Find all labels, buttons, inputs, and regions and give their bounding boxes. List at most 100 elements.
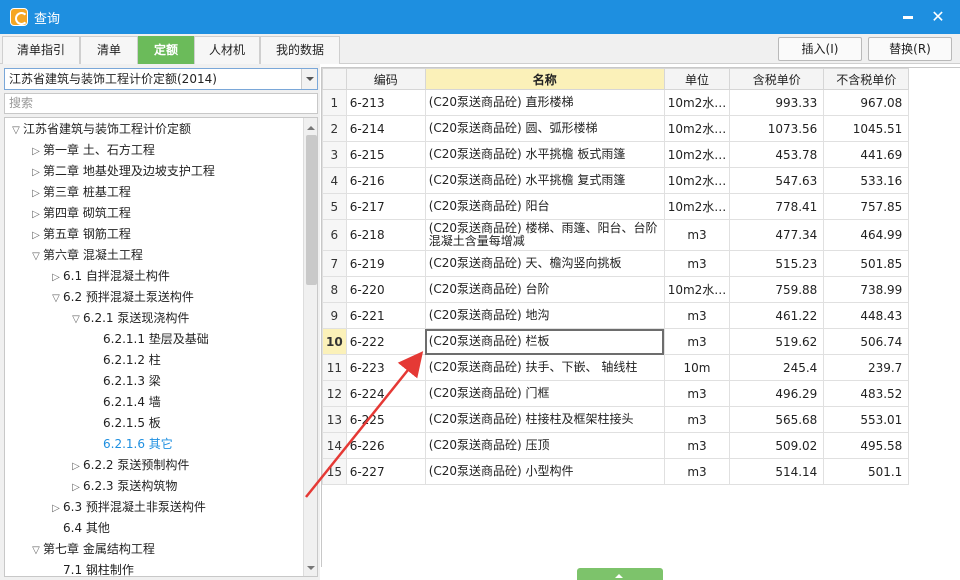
cell-unit[interactable]: 10m2水… bbox=[663, 141, 731, 168]
col-header-name[interactable]: 名称 bbox=[424, 68, 665, 90]
col-header-notax-price[interactable]: 不含税单价 bbox=[823, 68, 910, 90]
expand-toggle-icon[interactable]: ▷ bbox=[49, 267, 63, 288]
minimize-button[interactable] bbox=[896, 5, 920, 29]
cell-unit[interactable]: 10m2水… bbox=[663, 193, 731, 220]
cell-tax-price[interactable]: 778.41 bbox=[729, 193, 825, 220]
tree-item[interactable]: ▷ 6.1 自拌混凝土构件 bbox=[49, 266, 170, 287]
cell-tax-price[interactable]: 1073.56 bbox=[729, 115, 825, 142]
expand-toggle-icon[interactable]: ▷ bbox=[29, 204, 43, 225]
cell-notax-price[interactable]: 1045.51 bbox=[823, 115, 910, 142]
cell-name[interactable]: (C20泵送商品砼) 圆、弧形楼梯 bbox=[424, 115, 665, 142]
cell-name[interactable]: (C20泵送商品砼) 地沟 bbox=[424, 302, 665, 329]
cell-code[interactable]: 6-215 bbox=[345, 141, 426, 168]
row-number[interactable]: 4 bbox=[322, 167, 347, 194]
cell-notax-price[interactable]: 495.58 bbox=[823, 432, 910, 459]
cell-code[interactable]: 6-225 bbox=[345, 406, 426, 433]
cell-tax-price[interactable]: 547.63 bbox=[729, 167, 825, 194]
cell-tax-price[interactable]: 245.4 bbox=[729, 354, 825, 381]
cell-notax-price[interactable]: 464.99 bbox=[823, 219, 910, 251]
cell-code[interactable]: 6-213 bbox=[345, 89, 426, 116]
scroll-up-icon[interactable] bbox=[304, 118, 317, 133]
cell-code[interactable]: 6-224 bbox=[345, 380, 426, 407]
cell-name[interactable]: (C20泵送商品砼) 小型构件 bbox=[424, 458, 665, 485]
cell-name[interactable]: (C20泵送商品砼) 柱接柱及框架柱接头 bbox=[424, 406, 665, 433]
cell-name[interactable]: (C20泵送商品砼) 压顶 bbox=[424, 432, 665, 459]
cell-unit[interactable]: m3 bbox=[663, 219, 731, 251]
cell-notax-price[interactable]: 239.7 bbox=[823, 354, 910, 381]
cell-name[interactable]: (C20泵送商品砼) 阳台 bbox=[424, 193, 665, 220]
tree-item[interactable]: ▷ 第一章 土、石方工程 bbox=[29, 140, 155, 161]
tab-my-data[interactable]: 我的数据 bbox=[260, 36, 340, 64]
quota-library-select[interactable]: 江苏省建筑与装饰工程计价定额(2014) bbox=[4, 68, 318, 90]
cell-unit[interactable]: 10m2水… bbox=[663, 276, 731, 303]
cell-unit[interactable]: m3 bbox=[663, 380, 731, 407]
cell-tax-price[interactable]: 477.34 bbox=[729, 219, 825, 251]
cell-tax-price[interactable]: 759.88 bbox=[729, 276, 825, 303]
cell-name[interactable]: (C20泵送商品砼) 直形楼梯 bbox=[424, 89, 665, 116]
cell-tax-price[interactable]: 509.02 bbox=[729, 432, 825, 459]
replace-button[interactable]: 替换(R) bbox=[868, 37, 952, 61]
cell-notax-price[interactable]: 533.16 bbox=[823, 167, 910, 194]
cell-notax-price[interactable]: 967.08 bbox=[823, 89, 910, 116]
cell-code[interactable]: 6-221 bbox=[345, 302, 426, 329]
scroll-down-icon[interactable] bbox=[304, 561, 317, 576]
cell-unit[interactable]: 10m2水… bbox=[663, 89, 731, 116]
collapse-toggle-icon[interactable]: ▽ bbox=[9, 120, 23, 141]
expand-panel-handle[interactable] bbox=[577, 568, 663, 580]
cell-name[interactable]: (C20泵送商品砼) 天、檐沟竖向挑板 bbox=[424, 250, 665, 277]
expand-toggle-icon[interactable]: ▷ bbox=[49, 498, 63, 519]
table-row[interactable]: 12 6-224 (C20泵送商品砼) 门框 m3 496.29 483.52 bbox=[322, 380, 910, 407]
tree-item[interactable]: 7.1 钢柱制作 bbox=[49, 560, 134, 576]
cell-name[interactable]: (C20泵送商品砼) 扶手、下嵌、 轴线柱 bbox=[424, 354, 665, 381]
insert-button[interactable]: 插入(I) bbox=[778, 37, 862, 61]
row-number[interactable]: 6 bbox=[322, 219, 347, 251]
search-input[interactable]: 搜索 bbox=[4, 93, 318, 114]
cell-name[interactable]: (C20泵送商品砼) 水平挑檐 复式雨篷 bbox=[424, 167, 665, 194]
cell-tax-price[interactable]: 461.22 bbox=[729, 302, 825, 329]
tab-labor-material[interactable]: 人材机 bbox=[194, 36, 260, 64]
cell-notax-price[interactable]: 483.52 bbox=[823, 380, 910, 407]
expand-toggle-icon[interactable]: ▷ bbox=[69, 456, 83, 477]
cell-name[interactable]: (C20泵送商品砼) 台阶 bbox=[424, 276, 665, 303]
cell-tax-price[interactable]: 496.29 bbox=[729, 380, 825, 407]
tree-item[interactable]: ▽ 第六章 混凝土工程 bbox=[29, 245, 143, 266]
cell-notax-price[interactable]: 501.1 bbox=[823, 458, 910, 485]
cell-unit[interactable]: 10m2水… bbox=[663, 115, 731, 142]
row-number[interactable]: 11 bbox=[322, 354, 347, 381]
cell-code[interactable]: 6-222 bbox=[345, 328, 426, 355]
tree-item[interactable]: ▽ 第七章 金属结构工程 bbox=[29, 539, 155, 560]
cell-notax-price[interactable]: 738.99 bbox=[823, 276, 910, 303]
cell-unit[interactable]: m3 bbox=[663, 302, 731, 329]
collapse-toggle-icon[interactable]: ▽ bbox=[49, 288, 63, 309]
tree-item[interactable]: ▷ 第三章 桩基工程 bbox=[29, 182, 131, 203]
table-row[interactable]: 5 6-217 (C20泵送商品砼) 阳台 10m2水… 778.41 757.85 bbox=[322, 193, 910, 220]
tree-item[interactable]: 6.4 其他 bbox=[49, 518, 110, 539]
tree-item[interactable]: 6.2.1.3 梁 bbox=[89, 371, 161, 392]
cell-tax-price[interactable]: 453.78 bbox=[729, 141, 825, 168]
tab-quota[interactable]: 定额 bbox=[138, 36, 194, 64]
tree-item[interactable]: 6.2.1.2 柱 bbox=[89, 350, 161, 371]
close-button[interactable]: ✕ bbox=[926, 5, 950, 29]
scrollbar-thumb[interactable] bbox=[306, 135, 317, 285]
cell-tax-price[interactable]: 514.14 bbox=[729, 458, 825, 485]
cell-tax-price[interactable]: 515.23 bbox=[729, 250, 825, 277]
table-row[interactable]: 6 6-218 (C20泵送商品砼) 楼梯、雨篷、阳台、台阶混凝土含量每增减 m3 47… bbox=[322, 219, 910, 251]
collapse-toggle-icon[interactable]: ▽ bbox=[69, 309, 83, 330]
cell-notax-price[interactable]: 506.74 bbox=[823, 328, 910, 355]
cell-code[interactable]: 6-226 bbox=[345, 432, 426, 459]
row-number[interactable]: 13 bbox=[322, 406, 347, 433]
cell-code[interactable]: 6-227 bbox=[345, 458, 426, 485]
row-number[interactable]: 1 bbox=[322, 89, 347, 116]
row-number[interactable]: 10 bbox=[322, 328, 347, 355]
table-row[interactable]: 9 6-221 (C20泵送商品砼) 地沟 m3 461.22 448.43 bbox=[322, 302, 910, 329]
tree-item[interactable]: ▽ 6.2 预拌混凝土泵送构件 bbox=[49, 287, 194, 308]
table-row[interactable]: 1 6-213 (C20泵送商品砼) 直形楼梯 10m2水… 993.33 967.08 bbox=[322, 89, 910, 116]
row-number[interactable]: 14 bbox=[322, 432, 347, 459]
row-number[interactable]: 7 bbox=[322, 250, 347, 277]
row-number[interactable]: 15 bbox=[322, 458, 347, 485]
expand-toggle-icon[interactable]: ▷ bbox=[29, 183, 43, 204]
cell-name[interactable]: (C20泵送商品砼) 楼梯、雨篷、阳台、台阶混凝土含量每增减 bbox=[424, 219, 665, 251]
cell-notax-price[interactable]: 501.85 bbox=[823, 250, 910, 277]
row-number[interactable]: 2 bbox=[322, 115, 347, 142]
cell-notax-price[interactable]: 448.43 bbox=[823, 302, 910, 329]
